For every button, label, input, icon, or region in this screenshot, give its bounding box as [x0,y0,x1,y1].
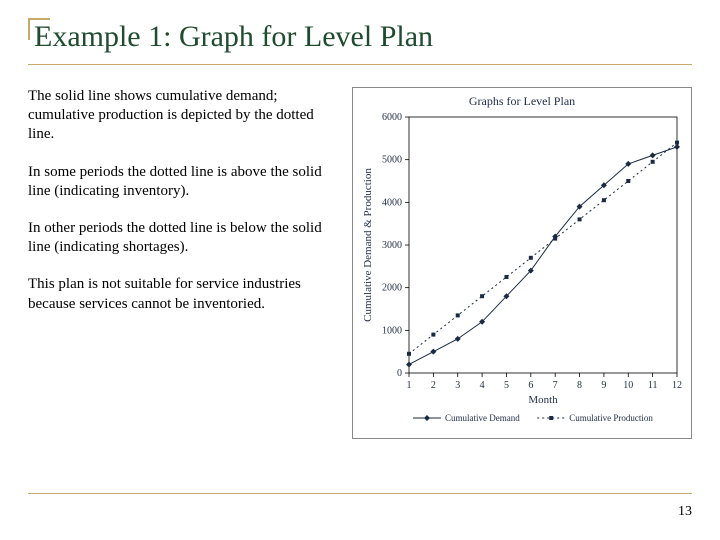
svg-text:5000: 5000 [382,155,402,166]
page-number: 13 [678,504,692,520]
svg-text:2000: 2000 [382,283,402,294]
svg-text:Month: Month [528,394,558,406]
svg-text:3: 3 [455,380,460,391]
footer-rule [28,493,692,494]
svg-text:12: 12 [672,380,682,391]
svg-text:7: 7 [553,380,558,391]
text-column: The solid line shows cumulative demand; … [28,87,336,439]
chart-title: Graphs for Level Plan [357,94,687,109]
svg-text:5: 5 [504,380,509,391]
svg-text:6000: 6000 [382,112,402,123]
svg-text:3000: 3000 [382,240,402,251]
svg-text:Cumulative Production: Cumulative Production [569,413,653,423]
paragraph: In other periods the dotted line is belo… [28,219,336,257]
svg-text:8: 8 [577,380,582,391]
content-row: The solid line shows cumulative demand; … [28,87,692,439]
svg-text:9: 9 [601,380,606,391]
svg-text:10: 10 [623,380,633,391]
svg-text:6: 6 [528,380,533,391]
svg-text:11: 11 [648,380,658,391]
svg-text:4000: 4000 [382,197,402,208]
paragraph: The solid line shows cumulative demand; … [28,87,336,145]
chart-container: Graphs for Level Plan 0 1000 2000 3000 4000 5… [352,87,692,439]
chart-column: Graphs for Level Plan 0 1000 2000 3000 4000 5… [352,87,692,439]
svg-text:4: 4 [480,380,485,391]
svg-text:1000: 1000 [382,325,402,336]
title-accent-icon [28,18,50,40]
paragraph: This plan is not suitable for service in… [28,275,336,313]
svg-text:1: 1 [407,380,412,391]
slide: Example 1: Graph for Level Plan The soli… [0,0,720,540]
paragraph: In some periods the dotted line is above… [28,163,336,201]
svg-text:Cumulative Demand: Cumulative Demand [445,413,520,423]
page-title: Example 1: Graph for Level Plan [28,18,692,54]
title-container: Example 1: Graph for Level Plan [28,18,692,65]
chart-svg: 0100020003000400050006000123456789101112… [357,111,687,431]
svg-text:0: 0 [397,368,402,379]
svg-text:2: 2 [431,380,436,391]
svg-text:Cumulative Demand & Production: Cumulative Demand & Production [362,168,374,322]
